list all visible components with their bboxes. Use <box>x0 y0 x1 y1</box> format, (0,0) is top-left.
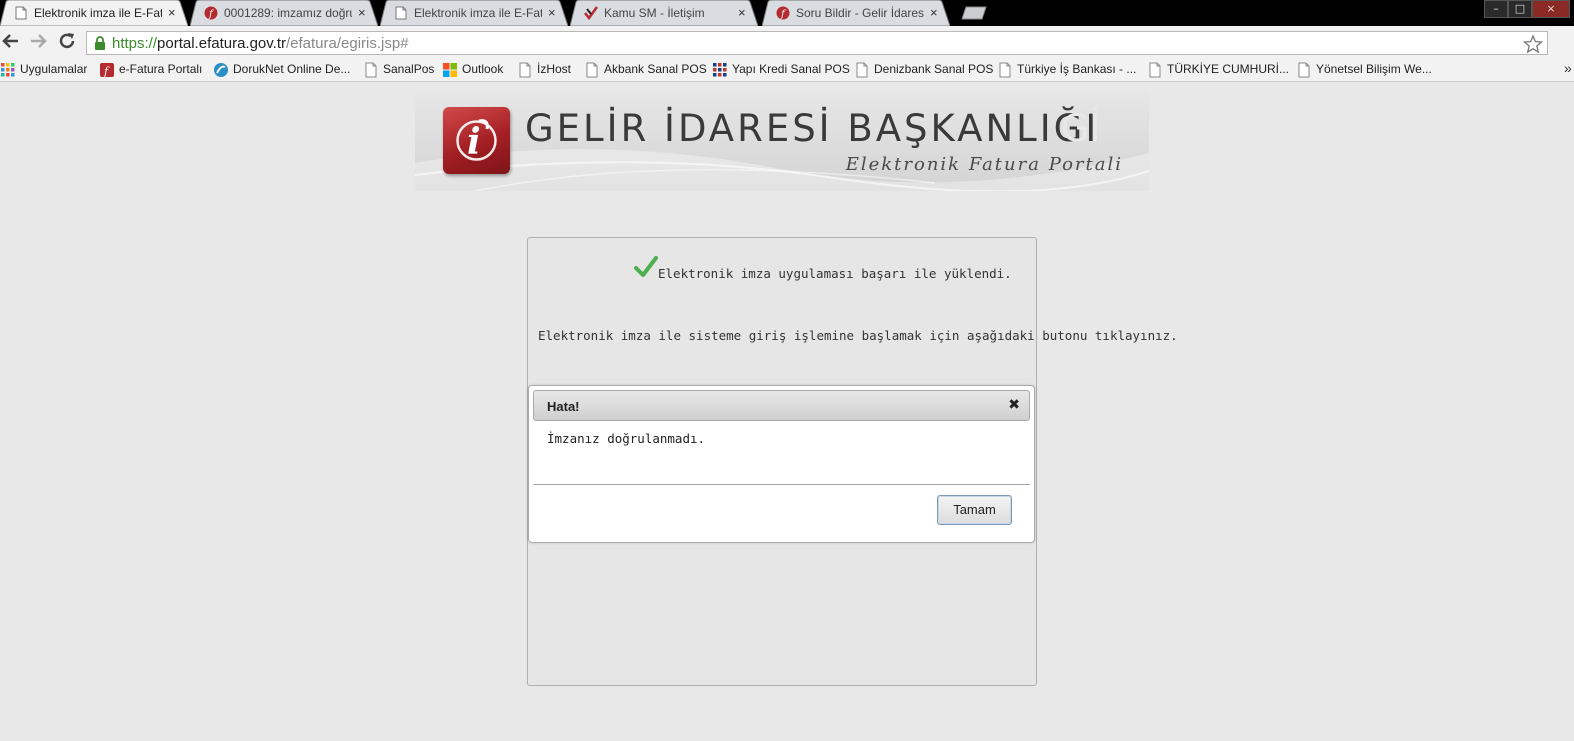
tab-title: Kamu SM - İletişim <box>604 6 705 20</box>
bookmark-label: İzHost <box>537 62 572 76</box>
tab-title: 0001289: imzamız doğrulanmadı <box>224 6 352 20</box>
new-tab-button[interactable] <box>958 6 988 20</box>
bookmarks-bar: Uygulamalar f e-Fatura Portalı DorukNet … <box>0 58 1574 82</box>
gib-logo-icon: f <box>776 6 790 20</box>
tab-close-button[interactable]: × <box>358 5 366 20</box>
back-arrow-icon[interactable] <box>0 30 22 52</box>
bookmark-label: DorukNet Online De... <box>233 62 351 76</box>
url-path: /efatura/egiris.jsp# <box>286 35 409 52</box>
bookmark-label: Outlook <box>462 62 504 76</box>
banner-title: GELİR İDARESİ BAŞKANLIĞI <box>525 107 1100 150</box>
dialog-message: İmzanız doğrulanmadı. <box>547 431 706 446</box>
tab-active[interactable]: Elektronik imza ile E-Fatura × <box>0 0 188 26</box>
page-icon <box>15 6 27 20</box>
success-check-icon <box>634 256 658 277</box>
instruction-text: Elektronik imza ile sisteme giriş işlemi… <box>538 328 1178 343</box>
bookmark-label: Yapı Kredi Sanal POS <box>732 62 850 76</box>
url-scheme: https:// <box>112 35 158 52</box>
apps-grid-icon <box>1 63 15 77</box>
lock-icon <box>95 36 105 50</box>
forward-arrow-icon[interactable] <box>27 30 49 52</box>
tab-close-button[interactable]: × <box>168 5 176 20</box>
banner-subtitle: Elektronik Fatura Portali <box>845 154 1123 175</box>
kamusm-icon <box>584 6 598 20</box>
reload-icon[interactable] <box>56 30 78 52</box>
bookmark-label: e-Fatura Portalı <box>119 62 203 76</box>
page-icon <box>586 62 598 78</box>
ok-button[interactable]: Tamam <box>937 495 1012 525</box>
tab-close-button[interactable]: × <box>548 5 556 20</box>
bookmark-label: Yönetsel Bilişim We... <box>1316 62 1432 76</box>
bookmark-label: Akbank Sanal POS <box>604 62 707 76</box>
dialog-title: Hata! <box>547 399 580 414</box>
tab-title: Elektronik imza ile E-Fatura <box>414 6 542 20</box>
bookmarks-overflow-button[interactable]: » <box>1564 60 1572 76</box>
url-host: portal.efatura.gov.tr <box>157 35 286 52</box>
banner-ghost-text: Gİ <box>1061 107 1101 150</box>
minimize-button[interactable]: – <box>1484 0 1508 18</box>
page-icon <box>1298 62 1310 78</box>
url-text: https://portal.efatura.gov.tr/efatura/eg… <box>112 35 409 52</box>
bookmark-label: SanalPos <box>383 62 435 76</box>
page-icon <box>1149 62 1161 78</box>
tab-soru-bildir[interactable]: f Soru Bildir - Gelir İdaresi Başkanlığı… <box>762 0 950 26</box>
page-icon <box>395 6 407 20</box>
page-icon <box>519 62 531 78</box>
tab-title: Soru Bildir - Gelir İdaresi Başkanlığı <box>796 6 924 20</box>
tab-close-button[interactable]: × <box>738 5 746 20</box>
gib-logo: i <box>443 107 510 174</box>
tab-strip: Elektronik imza ile E-Fatura × f 0001289… <box>0 0 1574 26</box>
gib-logo-icon: f <box>204 6 218 20</box>
apps-grid-icon <box>713 63 727 77</box>
dialog-divider <box>533 484 1030 485</box>
bookmark-label: Uygulamalar <box>20 62 88 76</box>
gib-logo-icon: f <box>100 63 114 78</box>
address-bar[interactable]: https://portal.efatura.gov.tr/efatura/eg… <box>86 31 1548 55</box>
tab-efatura-2[interactable]: Elektronik imza ile E-Fatura × <box>380 0 568 26</box>
tab-imzamiz[interactable]: f 0001289: imzamız doğrulanmadı × <box>190 0 378 26</box>
close-icon[interactable]: ✖ <box>1008 397 1020 413</box>
gib-logo-icon: i <box>456 119 497 163</box>
tab-close-button[interactable]: × <box>930 5 938 20</box>
page-icon <box>365 62 377 78</box>
page-icon <box>999 62 1011 78</box>
bookmark-label: TÜRKİYE CUMHURİ... <box>1167 62 1290 76</box>
success-message: Elektronik imza uygulaması başarı ile yü… <box>658 266 1012 281</box>
close-window-button[interactable]: × <box>1532 0 1570 18</box>
bookmark-label: Denizbank Sanal POS <box>874 62 994 76</box>
error-dialog: Hata! ✖ İmzanız doğrulanmadı. Tamam <box>528 385 1035 543</box>
windows-icon <box>443 63 457 77</box>
svg-text:i: i <box>467 121 481 163</box>
gib-header-banner: i GELİR İDARESİ BAŞKANLIĞI Gİ Elektronik… <box>415 93 1149 191</box>
doruknet-icon <box>214 63 228 77</box>
bookmark-label: Türkiye İş Bankası - ... <box>1017 62 1137 76</box>
bookmark-star-icon[interactable] <box>1523 34 1543 54</box>
tab-title: Elektronik imza ile E-Fatura <box>34 6 162 20</box>
page-icon <box>856 62 868 78</box>
maximize-button[interactable]: □ <box>1508 0 1532 18</box>
dialog-header: Hata! ✖ <box>533 390 1030 421</box>
tab-kamusm[interactable]: Kamu SM - İletişim × <box>570 0 758 26</box>
